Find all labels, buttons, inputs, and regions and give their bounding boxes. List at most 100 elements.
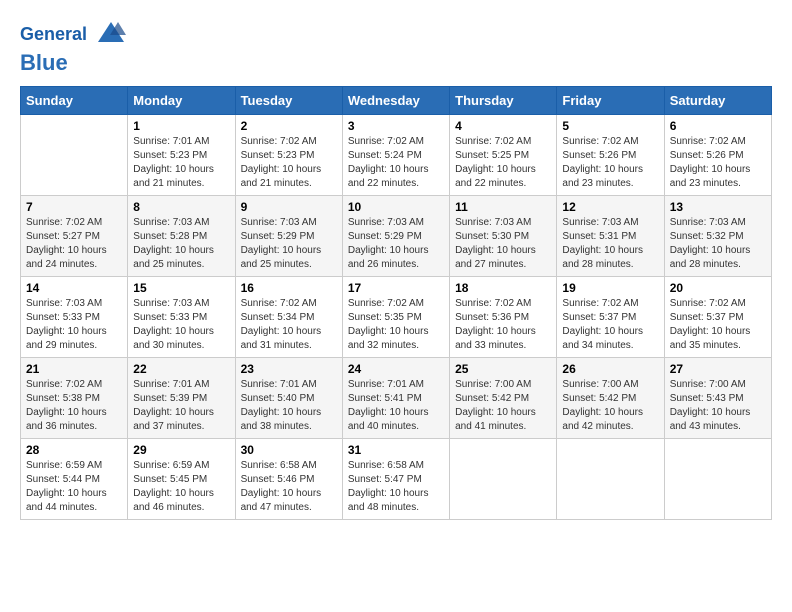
page-header: General Blue xyxy=(20,20,772,76)
logo-text: General xyxy=(20,20,126,50)
day-info: Sunrise: 6:59 AM Sunset: 5:45 PM Dayligh… xyxy=(133,459,229,515)
calendar-cell: 6 Sunrise: 7:02 AM Sunset: 5:26 PM Dayli… xyxy=(664,115,771,196)
calendar-cell: 1 Sunrise: 7:01 AM Sunset: 5:23 PM Dayli… xyxy=(128,115,235,196)
header-day: Thursday xyxy=(450,87,557,115)
day-info: Sunrise: 7:01 AM Sunset: 5:39 PM Dayligh… xyxy=(133,378,229,434)
calendar-cell: 12 Sunrise: 7:03 AM Sunset: 5:31 PM Dayl… xyxy=(557,196,664,277)
calendar-cell xyxy=(21,115,128,196)
calendar-cell: 7 Sunrise: 7:02 AM Sunset: 5:27 PM Dayli… xyxy=(21,196,128,277)
day-number: 12 xyxy=(562,200,658,214)
calendar-cell: 10 Sunrise: 7:03 AM Sunset: 5:29 PM Dayl… xyxy=(342,196,449,277)
day-number: 2 xyxy=(241,119,337,133)
header-day: Friday xyxy=(557,87,664,115)
day-info: Sunrise: 7:02 AM Sunset: 5:38 PM Dayligh… xyxy=(26,378,122,434)
calendar-cell: 5 Sunrise: 7:02 AM Sunset: 5:26 PM Dayli… xyxy=(557,115,664,196)
calendar-cell: 23 Sunrise: 7:01 AM Sunset: 5:40 PM Dayl… xyxy=(235,358,342,439)
day-info: Sunrise: 7:02 AM Sunset: 5:37 PM Dayligh… xyxy=(562,297,658,353)
header-day: Saturday xyxy=(664,87,771,115)
day-number: 31 xyxy=(348,443,444,457)
day-number: 6 xyxy=(670,119,766,133)
day-info: Sunrise: 7:02 AM Sunset: 5:26 PM Dayligh… xyxy=(670,135,766,191)
day-info: Sunrise: 7:02 AM Sunset: 5:36 PM Dayligh… xyxy=(455,297,551,353)
day-number: 8 xyxy=(133,200,229,214)
week-row: 14 Sunrise: 7:03 AM Sunset: 5:33 PM Dayl… xyxy=(21,277,772,358)
day-number: 29 xyxy=(133,443,229,457)
calendar-cell: 9 Sunrise: 7:03 AM Sunset: 5:29 PM Dayli… xyxy=(235,196,342,277)
calendar-cell: 15 Sunrise: 7:03 AM Sunset: 5:33 PM Dayl… xyxy=(128,277,235,358)
day-info: Sunrise: 7:02 AM Sunset: 5:25 PM Dayligh… xyxy=(455,135,551,191)
day-number: 5 xyxy=(562,119,658,133)
day-info: Sunrise: 7:03 AM Sunset: 5:33 PM Dayligh… xyxy=(26,297,122,353)
week-row: 1 Sunrise: 7:01 AM Sunset: 5:23 PM Dayli… xyxy=(21,115,772,196)
calendar-cell: 3 Sunrise: 7:02 AM Sunset: 5:24 PM Dayli… xyxy=(342,115,449,196)
day-number: 26 xyxy=(562,362,658,376)
header-day: Wednesday xyxy=(342,87,449,115)
day-number: 10 xyxy=(348,200,444,214)
calendar-cell xyxy=(450,439,557,520)
calendar-cell: 17 Sunrise: 7:02 AM Sunset: 5:35 PM Dayl… xyxy=(342,277,449,358)
day-info: Sunrise: 7:00 AM Sunset: 5:42 PM Dayligh… xyxy=(455,378,551,434)
calendar-cell: 27 Sunrise: 7:00 AM Sunset: 5:43 PM Dayl… xyxy=(664,358,771,439)
calendar-cell: 31 Sunrise: 6:58 AM Sunset: 5:47 PM Dayl… xyxy=(342,439,449,520)
day-number: 1 xyxy=(133,119,229,133)
day-info: Sunrise: 7:03 AM Sunset: 5:31 PM Dayligh… xyxy=(562,216,658,272)
week-row: 21 Sunrise: 7:02 AM Sunset: 5:38 PM Dayl… xyxy=(21,358,772,439)
calendar-table: SundayMondayTuesdayWednesdayThursdayFrid… xyxy=(20,86,772,520)
calendar-cell: 25 Sunrise: 7:00 AM Sunset: 5:42 PM Dayl… xyxy=(450,358,557,439)
day-number: 4 xyxy=(455,119,551,133)
calendar-cell: 4 Sunrise: 7:02 AM Sunset: 5:25 PM Dayli… xyxy=(450,115,557,196)
day-info: Sunrise: 7:02 AM Sunset: 5:23 PM Dayligh… xyxy=(241,135,337,191)
day-number: 11 xyxy=(455,200,551,214)
day-info: Sunrise: 7:02 AM Sunset: 5:35 PM Dayligh… xyxy=(348,297,444,353)
header-day: Monday xyxy=(128,87,235,115)
calendar-cell: 28 Sunrise: 6:59 AM Sunset: 5:44 PM Dayl… xyxy=(21,439,128,520)
day-number: 20 xyxy=(670,281,766,295)
calendar-cell: 20 Sunrise: 7:02 AM Sunset: 5:37 PM Dayl… xyxy=(664,277,771,358)
day-number: 30 xyxy=(241,443,337,457)
calendar-cell: 16 Sunrise: 7:02 AM Sunset: 5:34 PM Dayl… xyxy=(235,277,342,358)
day-number: 19 xyxy=(562,281,658,295)
day-info: Sunrise: 7:00 AM Sunset: 5:42 PM Dayligh… xyxy=(562,378,658,434)
calendar-cell: 8 Sunrise: 7:03 AM Sunset: 5:28 PM Dayli… xyxy=(128,196,235,277)
calendar-cell: 11 Sunrise: 7:03 AM Sunset: 5:30 PM Dayl… xyxy=(450,196,557,277)
day-info: Sunrise: 6:58 AM Sunset: 5:46 PM Dayligh… xyxy=(241,459,337,515)
day-number: 17 xyxy=(348,281,444,295)
day-info: Sunrise: 7:03 AM Sunset: 5:29 PM Dayligh… xyxy=(348,216,444,272)
day-info: Sunrise: 7:02 AM Sunset: 5:37 PM Dayligh… xyxy=(670,297,766,353)
day-info: Sunrise: 7:03 AM Sunset: 5:29 PM Dayligh… xyxy=(241,216,337,272)
day-number: 16 xyxy=(241,281,337,295)
logo-blue: Blue xyxy=(20,50,126,76)
calendar-cell: 14 Sunrise: 7:03 AM Sunset: 5:33 PM Dayl… xyxy=(21,277,128,358)
day-info: Sunrise: 7:01 AM Sunset: 5:40 PM Dayligh… xyxy=(241,378,337,434)
day-info: Sunrise: 7:03 AM Sunset: 5:30 PM Dayligh… xyxy=(455,216,551,272)
calendar-cell: 2 Sunrise: 7:02 AM Sunset: 5:23 PM Dayli… xyxy=(235,115,342,196)
logo: General Blue xyxy=(20,20,126,76)
day-info: Sunrise: 7:03 AM Sunset: 5:33 PM Dayligh… xyxy=(133,297,229,353)
day-info: Sunrise: 7:01 AM Sunset: 5:41 PM Dayligh… xyxy=(348,378,444,434)
day-number: 18 xyxy=(455,281,551,295)
calendar-cell: 13 Sunrise: 7:03 AM Sunset: 5:32 PM Dayl… xyxy=(664,196,771,277)
header-day: Sunday xyxy=(21,87,128,115)
calendar-cell: 19 Sunrise: 7:02 AM Sunset: 5:37 PM Dayl… xyxy=(557,277,664,358)
header-row: SundayMondayTuesdayWednesdayThursdayFrid… xyxy=(21,87,772,115)
day-number: 28 xyxy=(26,443,122,457)
day-info: Sunrise: 7:01 AM Sunset: 5:23 PM Dayligh… xyxy=(133,135,229,191)
calendar-cell: 24 Sunrise: 7:01 AM Sunset: 5:41 PM Dayl… xyxy=(342,358,449,439)
day-number: 14 xyxy=(26,281,122,295)
calendar-cell: 22 Sunrise: 7:01 AM Sunset: 5:39 PM Dayl… xyxy=(128,358,235,439)
day-number: 3 xyxy=(348,119,444,133)
day-info: Sunrise: 7:02 AM Sunset: 5:26 PM Dayligh… xyxy=(562,135,658,191)
day-number: 15 xyxy=(133,281,229,295)
calendar-cell: 26 Sunrise: 7:00 AM Sunset: 5:42 PM Dayl… xyxy=(557,358,664,439)
calendar-header: SundayMondayTuesdayWednesdayThursdayFrid… xyxy=(21,87,772,115)
day-number: 9 xyxy=(241,200,337,214)
day-number: 7 xyxy=(26,200,122,214)
week-row: 7 Sunrise: 7:02 AM Sunset: 5:27 PM Dayli… xyxy=(21,196,772,277)
calendar-cell: 30 Sunrise: 6:58 AM Sunset: 5:46 PM Dayl… xyxy=(235,439,342,520)
day-number: 23 xyxy=(241,362,337,376)
day-info: Sunrise: 7:02 AM Sunset: 5:34 PM Dayligh… xyxy=(241,297,337,353)
day-info: Sunrise: 6:59 AM Sunset: 5:44 PM Dayligh… xyxy=(26,459,122,515)
logo-general: General xyxy=(20,24,87,44)
week-row: 28 Sunrise: 6:59 AM Sunset: 5:44 PM Dayl… xyxy=(21,439,772,520)
header-day: Tuesday xyxy=(235,87,342,115)
